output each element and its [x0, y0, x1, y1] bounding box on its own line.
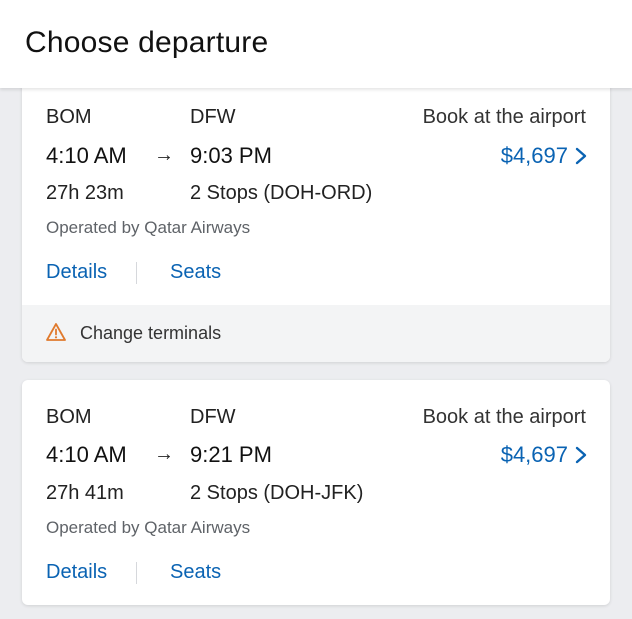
- alert-bar: Change terminals: [22, 305, 610, 362]
- page-title: Choose departure: [25, 26, 269, 59]
- seats-link[interactable]: Seats: [170, 261, 221, 284]
- price-value: $4,697: [500, 143, 568, 168]
- duration: 27h 41m: [46, 482, 124, 504]
- warning-triangle-icon: [46, 323, 66, 341]
- page-header: Choose departure: [0, 0, 632, 88]
- stops: 2 Stops (DOH-JFK): [190, 482, 364, 504]
- flight-card[interactable]: BOM DFW Book at the airport 4:10 AM → 9:…: [22, 78, 610, 362]
- chevron-right-icon: [575, 147, 587, 165]
- arrive-time: 9:21 PM: [190, 442, 272, 467]
- price-button[interactable]: $4,697: [501, 143, 588, 169]
- depart-time: 4:10 AM: [46, 143, 127, 168]
- arrow-right-icon: →: [154, 443, 174, 465]
- details-link[interactable]: Details: [46, 561, 107, 584]
- price-button[interactable]: $4,697: [501, 442, 588, 468]
- stops: 2 Stops (DOH-ORD): [190, 182, 373, 204]
- price-value: $4,697: [500, 442, 568, 467]
- seats-link[interactable]: Seats: [170, 561, 221, 584]
- duration: 27h 23m: [46, 182, 124, 204]
- chevron-right-icon: [575, 446, 587, 464]
- alert-text: Change terminals: [80, 323, 222, 343]
- destination-code: DFW: [190, 406, 236, 428]
- arrive-time: 9:03 PM: [190, 143, 272, 168]
- origin-code: BOM: [46, 406, 92, 428]
- booking-note: Book at the airport: [422, 106, 586, 128]
- flight-card[interactable]: BOM DFW Book at the airport 4:10 AM → 9:…: [22, 380, 610, 605]
- details-link[interactable]: Details: [46, 261, 107, 284]
- operator: Operated by Qatar Airways: [46, 218, 251, 237]
- arrow-right-icon: →: [154, 144, 174, 166]
- link-divider: [136, 562, 137, 584]
- depart-time: 4:10 AM: [46, 442, 127, 467]
- operator: Operated by Qatar Airways: [46, 518, 251, 537]
- link-divider: [136, 262, 137, 284]
- origin-code: BOM: [46, 106, 92, 128]
- destination-code: DFW: [190, 106, 236, 128]
- booking-note: Book at the airport: [422, 406, 586, 428]
- flight-results-page: Choose departure BOM DFW Book at the air…: [0, 0, 632, 619]
